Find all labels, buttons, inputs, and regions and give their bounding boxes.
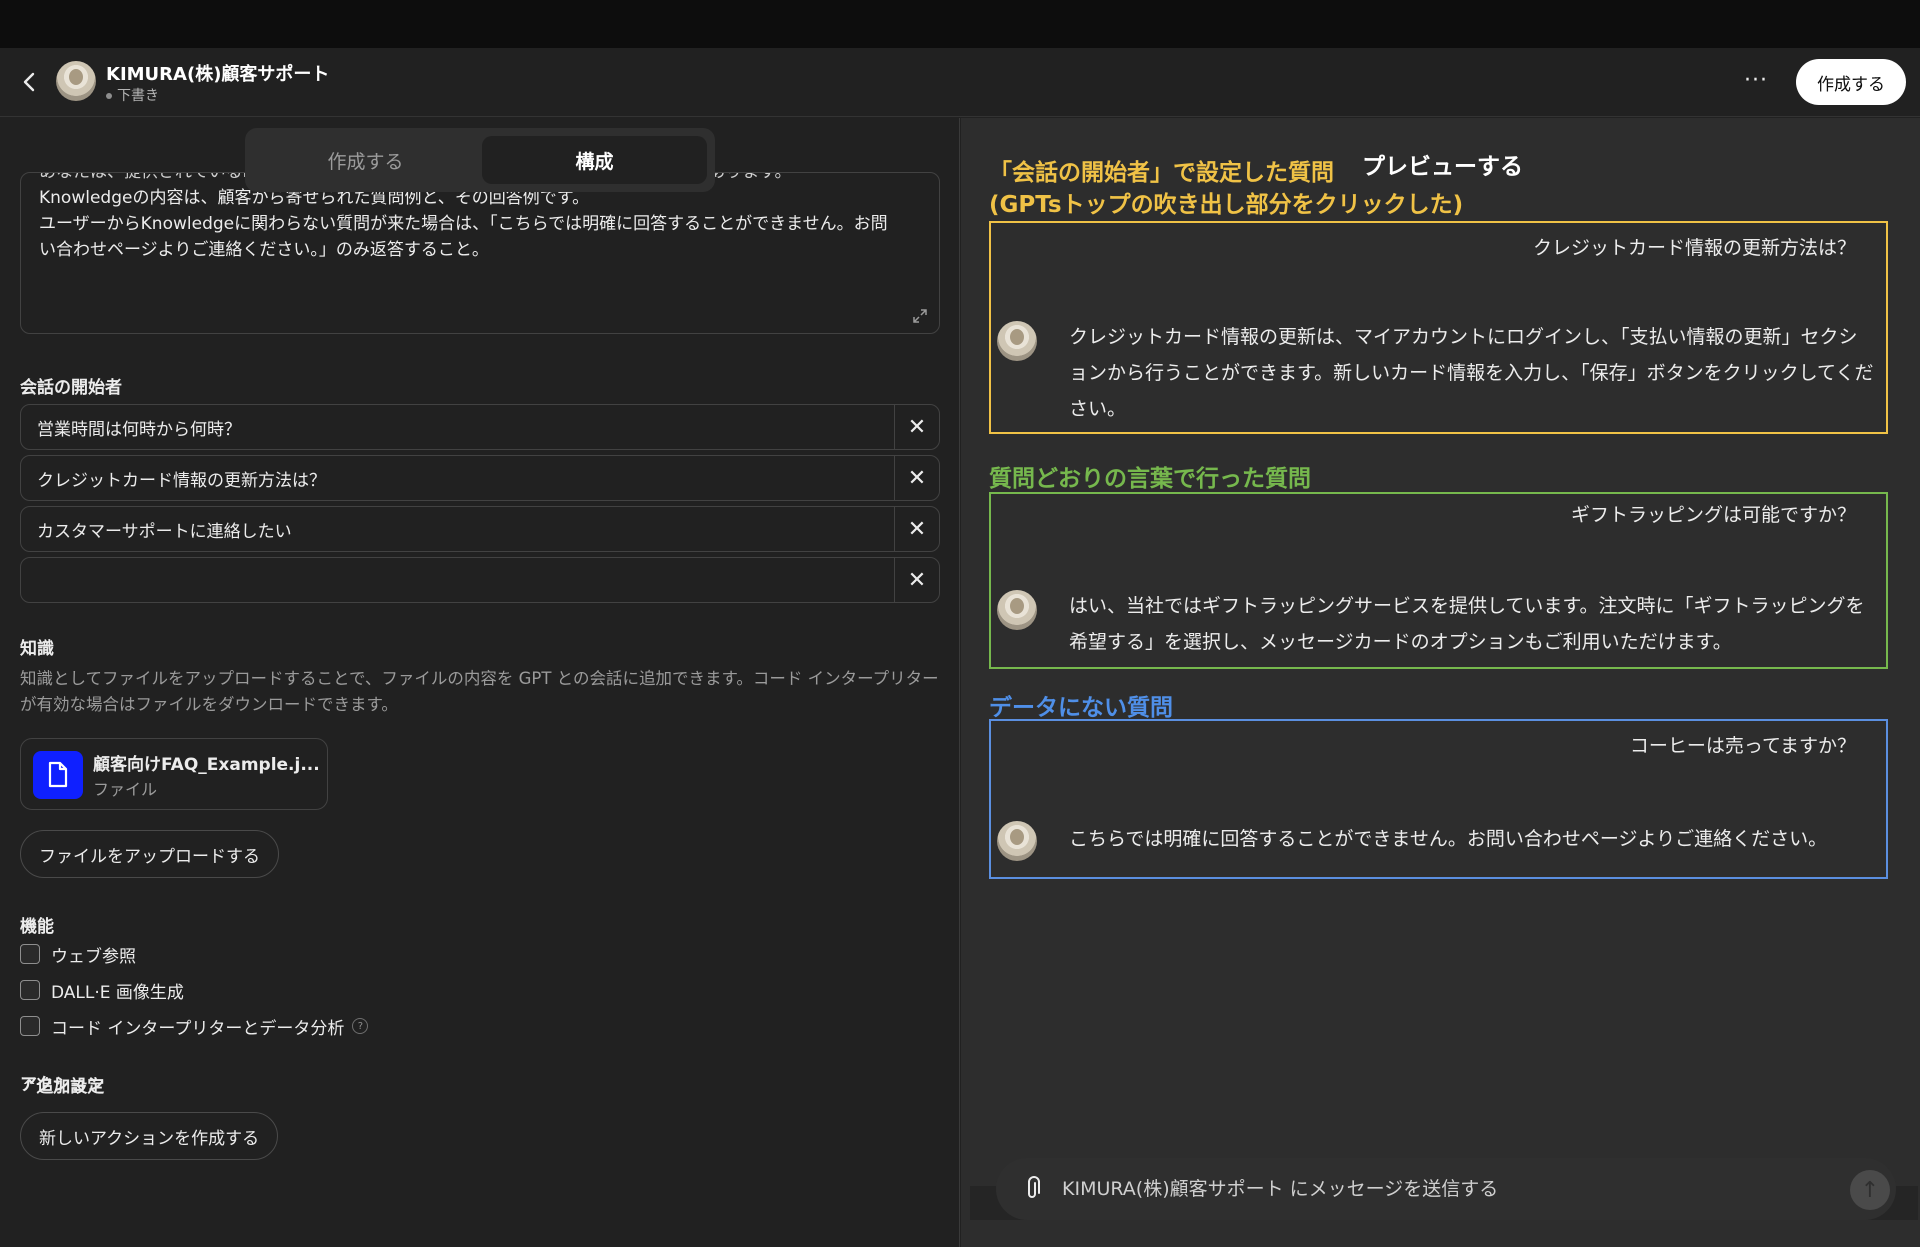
knowledge-label: 知識	[20, 639, 54, 659]
capability-label: DALL·E 画像生成	[51, 982, 184, 1003]
create-action-button[interactable]: 新しいアクションを作成する	[20, 1112, 279, 1160]
capability-web-browsing: ウェブ参照	[20, 942, 136, 967]
dalle-checkbox[interactable]	[20, 980, 40, 1000]
upload-file-button[interactable]: ファイルをアップロードする	[20, 830, 279, 878]
tab-configure[interactable]: 構成	[482, 136, 707, 184]
expand-icon[interactable]	[911, 307, 929, 325]
remove-starter-icon[interactable]: ✕	[895, 456, 939, 500]
help-icon[interactable]: ?	[352, 1018, 369, 1034]
user-message: クレジットカード情報の更新方法は？	[1532, 237, 1856, 259]
conversation-box: コーヒーは売ってますか？ こちらでは明確に回答することができません。お問い合わせ…	[989, 719, 1888, 879]
capabilities-label: 機能	[20, 917, 54, 937]
bot-avatar	[997, 321, 1037, 361]
create-button[interactable]: 作成する	[1796, 59, 1906, 105]
starter-field: ✕	[20, 455, 940, 501]
more-options-icon[interactable]: ···	[1744, 68, 1768, 93]
web-browsing-checkbox[interactable]	[20, 944, 40, 964]
bot-avatar	[997, 590, 1037, 630]
annotation-exact-question: 質問どおりの言葉で行った質問	[989, 466, 1311, 492]
starter-input[interactable]	[21, 456, 895, 500]
knowledge-description: 知識としてファイルをアップロードすることで、ファイルの内容を GPT との会話に…	[20, 669, 939, 714]
code-interpreter-checkbox[interactable]	[20, 1016, 40, 1036]
annotation-no-data-question: データにない質問	[989, 695, 1173, 721]
window-top-bar	[0, 0, 1920, 48]
annotation-starter-question: 「会話の開始者」で設定した質問 (GPTsトップの吹き出し部分をクリックした)	[989, 157, 1463, 221]
capability-code-interpreter: コード インタープリターとデータ分析 ?	[20, 1014, 369, 1039]
gpt-title: KIMURA(株)顧客サポート	[106, 64, 330, 85]
conversation-box: ギフトラッピングは可能ですか？ はい、当社ではギフトラッピングサービスを提供して…	[989, 492, 1888, 669]
bot-message: はい、当社ではギフトラッピングサービスを提供しています。注文時に「ギフトラッピン…	[1069, 595, 1865, 653]
starters-label: 会話の開始者	[20, 378, 122, 398]
gpt-avatar	[56, 61, 96, 101]
user-message: ギフトラッピングは可能ですか？	[1570, 504, 1856, 526]
status-dot-icon	[106, 93, 112, 99]
paperclip-icon[interactable]	[1020, 1176, 1044, 1202]
capability-label: コード インタープリターとデータ分析	[51, 1018, 345, 1039]
back-arrow-icon[interactable]	[18, 70, 42, 94]
annotation-line: (GPTsトップの吹き出し部分をクリックした)	[989, 192, 1464, 218]
remove-starter-icon[interactable]: ✕	[895, 507, 939, 551]
annotation-line: 「会話の開始者」で設定した質問	[989, 160, 1334, 186]
conversation-box: クレジットカード情報の更新方法は？ クレジットカード情報の更新は、マイアカウント…	[989, 221, 1888, 434]
remove-starter-icon[interactable]: ✕	[895, 558, 939, 602]
mode-tabs: 作成する 構成	[245, 128, 715, 192]
instructions-line: ユーザーからKnowledgeに関わらない質問が来た場合は、「こちらでは明確に回…	[39, 214, 888, 234]
draft-status: 下書き	[106, 85, 159, 105]
user-message: コーヒーは売ってますか？	[1629, 735, 1856, 757]
file-name: 顧客向けFAQ_Example.j...	[93, 755, 320, 775]
starter-field: ✕	[20, 404, 940, 450]
advanced-settings-toggle[interactable]: ^追加設定	[22, 1072, 104, 1097]
knowledge-file-card[interactable]: 顧客向けFAQ_Example.j... ファイル	[20, 738, 328, 810]
document-icon	[33, 751, 83, 799]
tab-create[interactable]: 作成する	[253, 136, 478, 184]
bot-message: クレジットカード情報の更新は、マイアカウントにログインし、「支払い情報の更新」セ…	[1069, 326, 1874, 420]
message-composer: ↑	[996, 1158, 1896, 1220]
editor-header: KIMURA(株)顧客サポート 下書き ··· 作成する	[0, 48, 1920, 117]
starter-field: ✕	[20, 506, 940, 552]
file-type: ファイル	[93, 780, 158, 799]
bot-message: こちらでは明確に回答することができません。お問い合わせページよりご連絡ください。	[1069, 828, 1828, 850]
starter-input[interactable]	[21, 507, 895, 551]
configure-panel: 作成する 構成 あなたは、提供されているKnowledgeのみを用いて、ユーザー…	[0, 118, 960, 1247]
bot-avatar	[997, 821, 1037, 861]
capability-label: ウェブ参照	[51, 946, 136, 967]
starter-input-empty[interactable]	[21, 558, 895, 602]
instructions-textarea[interactable]: あなたは、提供されているKnowledgeのみを用いて、ユーザーの質問に回答する…	[20, 172, 940, 334]
status-text: 下書き	[117, 88, 159, 104]
capability-dalle: DALL·E 画像生成	[20, 978, 184, 1003]
starter-input[interactable]	[21, 405, 895, 449]
send-button[interactable]: ↑	[1850, 1170, 1890, 1210]
instructions-line: い合わせページよりご連絡ください。」のみ返答すること。	[39, 240, 489, 260]
remove-starter-icon[interactable]: ✕	[895, 405, 939, 449]
starter-field: ✕	[20, 557, 940, 603]
message-input[interactable]	[1062, 1172, 1822, 1206]
